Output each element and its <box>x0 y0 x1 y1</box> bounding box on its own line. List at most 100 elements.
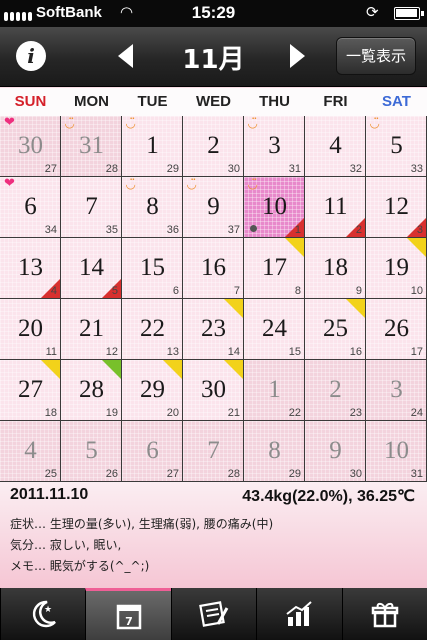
detail-symptoms: 症状… 生理の量(多い), 生理痛(弱), 腰の痛み(中) <box>10 517 274 531</box>
calendar-day-cell[interactable]: 8 29 <box>244 421 305 482</box>
calendar-day-cell[interactable]: 7 35 <box>61 177 122 238</box>
cycle-day-number: 33 <box>410 163 423 175</box>
calendar-day-cell[interactable]: ❤ 30 27 <box>0 116 61 177</box>
info-button[interactable]: i <box>16 41 46 71</box>
moon-icon: ★ <box>33 600 57 628</box>
smile-icon: ◡̈ <box>126 177 136 191</box>
cycle-day-number: 3 <box>416 224 423 236</box>
calendar-day-cell[interactable]: 19 10 <box>366 238 427 299</box>
calendar-day-cell[interactable]: 2 30 <box>183 116 244 177</box>
clock: 15:29 <box>191 3 236 22</box>
day-number: 31 <box>79 132 104 159</box>
list-view-button[interactable]: 一覧表示 <box>336 37 416 75</box>
cycle-day-number: 22 <box>288 407 301 419</box>
calendar-day-cell[interactable]: 5 26 <box>61 421 122 482</box>
day-number: 15 <box>140 254 165 281</box>
notes-icon <box>199 601 229 627</box>
calendar-day-cell[interactable]: 4 32 <box>305 116 366 177</box>
next-month-button[interactable] <box>290 44 305 68</box>
calendar-day-cell[interactable]: ◡̈ 8 36 <box>122 177 183 238</box>
weekday-thu: THU <box>259 93 290 110</box>
cycle-day-number: 26 <box>105 468 118 480</box>
tab-graph[interactable] <box>256 588 341 640</box>
detail-mood: 気分… 寂しい, 眠い, <box>10 538 122 552</box>
day-number: 24 <box>262 315 287 342</box>
cycle-day-number: 4 <box>50 285 57 297</box>
calendar-day-cell[interactable]: 22 13 <box>122 299 183 360</box>
calendar-day-cell[interactable]: 9 30 <box>305 421 366 482</box>
calendar-day-cell[interactable]: 23 14 <box>183 299 244 360</box>
day-number: 27 <box>18 376 43 403</box>
calendar-day-cell[interactable]: ◡̈ 1 29 <box>122 116 183 177</box>
cycle-day-number: 12 <box>105 346 118 358</box>
calendar-day-cell[interactable]: 30 21 <box>183 360 244 421</box>
cycle-day-number: 25 <box>44 468 57 480</box>
day-number: 3 <box>390 376 403 403</box>
day-number: 17 <box>262 254 287 281</box>
previous-month-button[interactable] <box>118 44 133 68</box>
calendar-day-cell[interactable]: 26 17 <box>366 299 427 360</box>
calendar-day-cell[interactable]: 10 31 <box>366 421 427 482</box>
heart-icon: ❤ <box>4 177 15 191</box>
day-number: 5 <box>85 437 98 464</box>
calendar-day-cell[interactable]: 18 9 <box>305 238 366 299</box>
calendar-day-cell[interactable]: ❤ 6 34 <box>0 177 61 238</box>
heart-icon: ❤ <box>4 116 15 130</box>
calendar-day-cell[interactable]: 7 28 <box>183 421 244 482</box>
cycle-day-number: 10 <box>410 285 423 297</box>
day-number: 2 <box>329 376 342 403</box>
calendar-day-cell[interactable]: 25 16 <box>305 299 366 360</box>
day-number: 10 <box>384 437 409 464</box>
calendar-day-cell[interactable]: ◡̈ 5 33 <box>366 116 427 177</box>
calendar-day-cell[interactable]: 4 25 <box>0 421 61 482</box>
calendar-day-cell[interactable]: 12 3 <box>366 177 427 238</box>
day-number: 7 <box>85 193 98 220</box>
calendar-day-cell[interactable]: 6 27 <box>122 421 183 482</box>
tab-calendar[interactable]: 7 <box>85 588 171 640</box>
calendar-day-cell[interactable]: ◡̈ 9 37 <box>183 177 244 238</box>
day-number: 20 <box>18 315 43 342</box>
calendar-day-cell[interactable]: 13 4 <box>0 238 61 299</box>
calendar-day-cell[interactable]: 1 22 <box>244 360 305 421</box>
calendar-day-cell[interactable]: ◡̈ 3 31 <box>244 116 305 177</box>
day-number: 26 <box>384 315 409 342</box>
day-number: 8 <box>146 193 159 220</box>
tab-notes[interactable] <box>170 588 256 640</box>
calendar-day-cell[interactable]: 27 18 <box>0 360 61 421</box>
calendar-day-cell[interactable]: 24 15 <box>244 299 305 360</box>
cycle-day-number: 2 <box>355 224 362 236</box>
day-number: 29 <box>140 376 165 403</box>
cycle-day-number: 28 <box>227 468 240 480</box>
tab-sleep[interactable]: ★ <box>0 588 85 640</box>
calendar-day-cell[interactable]: 14 5 <box>61 238 122 299</box>
day-number: 9 <box>207 193 220 220</box>
day-number: 18 <box>323 254 348 281</box>
tab-gift[interactable] <box>341 588 427 640</box>
day-number: 14 <box>79 254 104 281</box>
calendar-day-cell[interactable]: ◡̈ 31 28 <box>61 116 122 177</box>
cycle-day-number: 31 <box>288 163 301 175</box>
calendar-day-cell[interactable]: 16 7 <box>183 238 244 299</box>
calendar-day-cell[interactable]: 3 24 <box>366 360 427 421</box>
calendar-day-cell[interactable]: 15 6 <box>122 238 183 299</box>
cycle-day-number: 11 <box>45 346 57 358</box>
cycle-day-number: 37 <box>227 224 240 236</box>
calendar-day-cell[interactable]: 29 20 <box>122 360 183 421</box>
calendar-day-cell[interactable]: 17 8 <box>244 238 305 299</box>
day-number: 16 <box>201 254 226 281</box>
weekday-tue: TUE <box>137 93 168 110</box>
day-number: 5 <box>390 132 403 159</box>
calendar-day-cell[interactable]: ◡̈ 10 1 <box>244 177 305 238</box>
calendar-day-cell[interactable]: 11 2 <box>305 177 366 238</box>
weekday-sun: SUN <box>14 93 47 110</box>
calendar-day-cell[interactable]: 21 12 <box>61 299 122 360</box>
cycle-day-number: 34 <box>44 224 57 236</box>
cycle-day-number: 31 <box>410 468 423 480</box>
day-number: 21 <box>79 315 104 342</box>
day-number: 9 <box>329 437 342 464</box>
smile-icon: ◡̈ <box>187 177 197 191</box>
calendar-day-cell[interactable]: 2 23 <box>305 360 366 421</box>
calendar-day-cell[interactable]: 28 19 <box>61 360 122 421</box>
calendar-day-cell[interactable]: 20 11 <box>0 299 61 360</box>
day-number: 3 <box>268 132 281 159</box>
